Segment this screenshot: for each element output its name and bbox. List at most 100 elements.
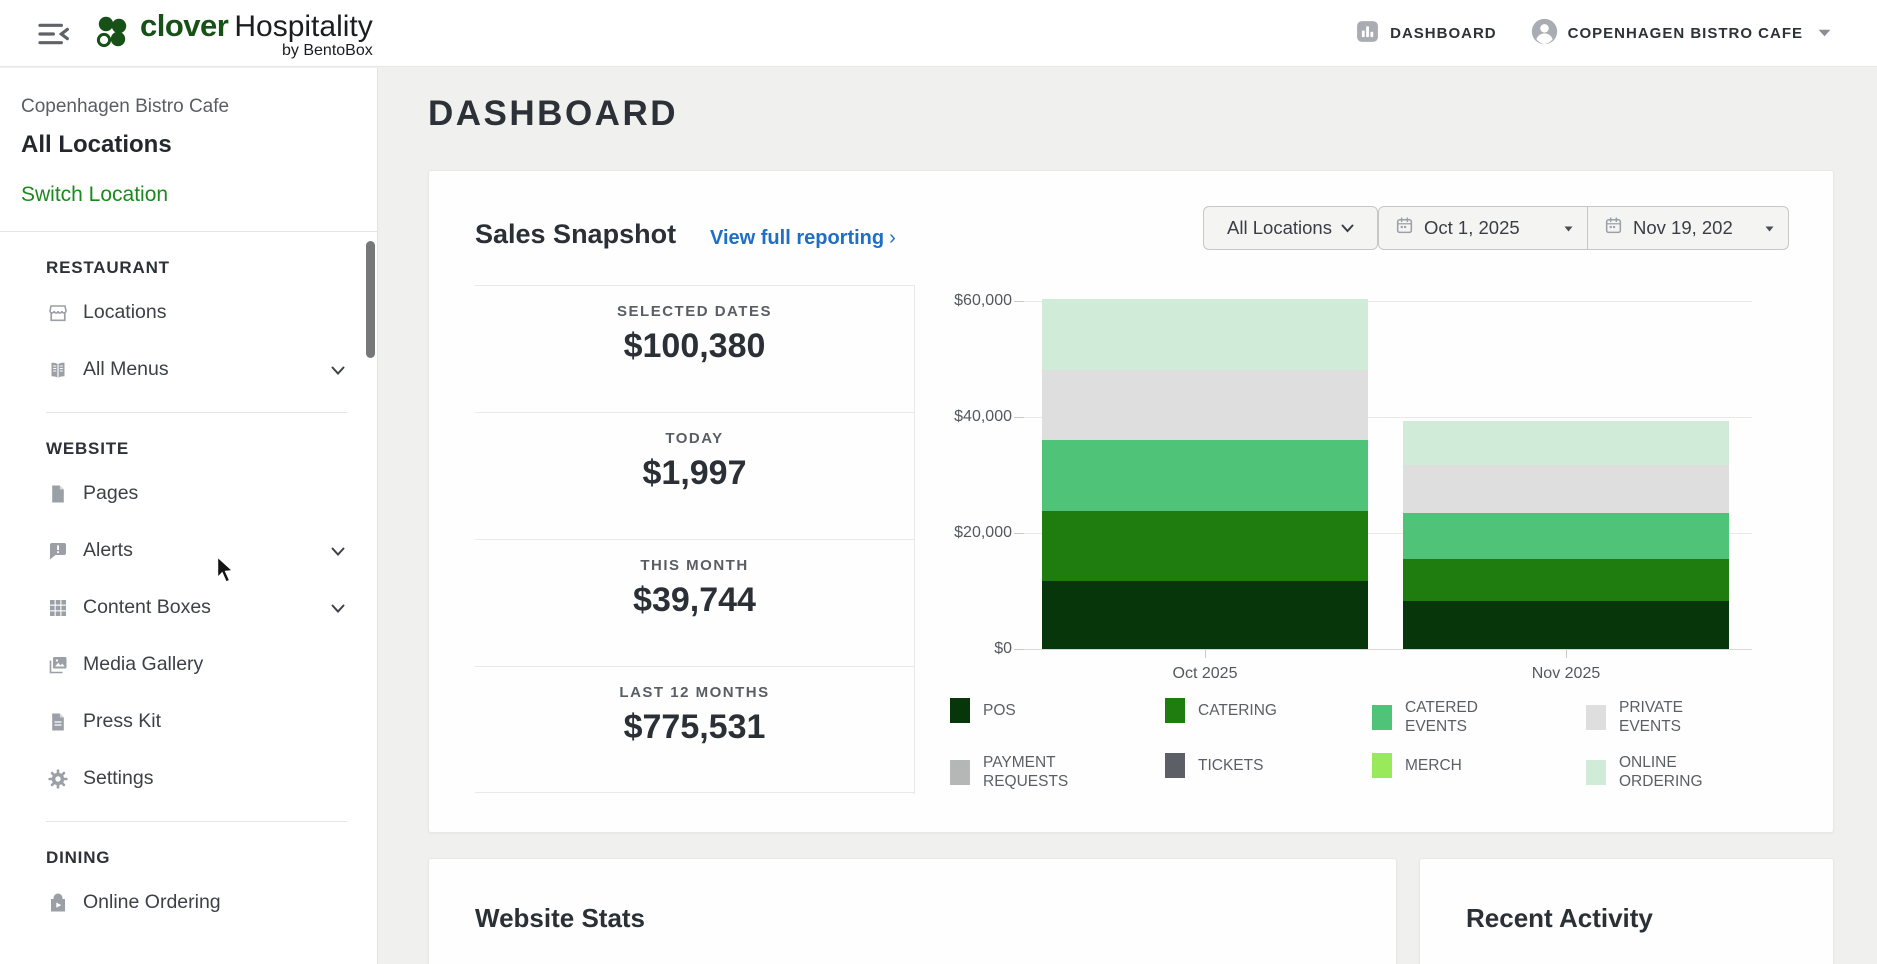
bar-segment-catering[interactable] <box>1403 559 1729 601</box>
legend-swatch <box>1165 698 1185 723</box>
account-menu[interactable]: COPENHAGEN BISTRO CAFE <box>1531 18 1832 50</box>
sidebar-org-name: Copenhagen Bistro Cafe <box>21 96 377 118</box>
legend-item-payment-requests: PAYMENT REQUESTS <box>950 753 1113 792</box>
sidebar-divider <box>46 821 347 822</box>
chevron-right-icon: › <box>889 227 896 249</box>
chart-gridline <box>1024 649 1752 650</box>
main-content: DASHBOARD Sales Snapshot View full repor… <box>379 68 1877 964</box>
sidebar-item-label: Locations <box>83 301 166 324</box>
sidebar-item-media-gallery[interactable]: Media Gallery <box>0 636 377 693</box>
end-date-picker[interactable]: Nov 19, 202 <box>1587 207 1788 249</box>
stat-this-month: THIS MONTH $39,744 <box>475 539 914 666</box>
legend-swatch <box>1372 705 1392 730</box>
y-axis-tick <box>1014 417 1024 418</box>
legend-item-catered-events: CATERED EVENTS <box>1372 698 1535 737</box>
x-axis-label: Oct 2025 <box>1042 665 1368 683</box>
sales-snapshot-title: Sales Snapshot <box>475 219 676 250</box>
sidebar-item-online-ordering[interactable]: Online Ordering <box>0 874 377 931</box>
stat-value: $39,744 <box>475 581 914 620</box>
stat-last-12-months: LAST 12 MONTHS$775,531 <box>475 666 914 793</box>
y-axis-tick <box>1014 533 1024 534</box>
start-date-picker[interactable]: Oct 1, 2025 <box>1379 207 1587 249</box>
sidebar-item-label: Press Kit <box>83 710 161 733</box>
brand-logo[interactable]: cloverHospitality by BentoBox <box>92 8 373 59</box>
stat-selected-dates: SELECTED DATES $100,380 <box>475 285 914 412</box>
website-stats-card: Website Stats <box>428 858 1397 964</box>
legend-label: PAYMENT REQUESTS <box>983 753 1113 792</box>
sidebar-section-title-website: WEBSITE <box>46 439 377 459</box>
legend-label: CATERED EVENTS <box>1405 698 1535 737</box>
sidebar-item-settings[interactable]: Settings <box>0 750 377 807</box>
bar-segment-catered-events[interactable] <box>1403 513 1729 559</box>
switch-location-link[interactable]: Switch Location <box>21 183 168 207</box>
brand-clover: clover <box>140 8 228 43</box>
legend-swatch <box>950 760 970 785</box>
legend-swatch <box>1165 753 1185 778</box>
caret-down-icon <box>1743 219 1774 237</box>
bar-segment-online-ordering[interactable] <box>1403 421 1729 465</box>
chevron-down-icon[interactable] <box>329 542 347 560</box>
sidebar-current-location: All Locations <box>21 131 377 159</box>
legend-swatch <box>1586 705 1606 730</box>
top-header: cloverHospitality by BentoBox DASHBOARD … <box>0 0 1877 67</box>
legend-swatch <box>1372 753 1392 778</box>
chevron-down-icon <box>1817 25 1832 43</box>
sidebar-item-all-menus[interactable]: All Menus <box>0 341 377 398</box>
brand-hospitality: Hospitality <box>234 10 372 43</box>
sidebar-item-pages[interactable]: Pages <box>0 465 377 522</box>
stat-label: THIS MONTH <box>475 557 914 574</box>
chevron-down-icon[interactable] <box>329 361 347 379</box>
chevron-down-icon <box>1341 224 1354 233</box>
locations-filter-label: All Locations <box>1227 217 1332 239</box>
sidebar-item-content-boxes[interactable]: Content Boxes <box>0 579 377 636</box>
nav-dashboard[interactable]: DASHBOARD <box>1355 19 1497 49</box>
sidebar-item-alerts[interactable]: Alerts <box>0 522 377 579</box>
bar-segment-online-ordering[interactable] <box>1042 299 1368 370</box>
stat-value: $1,997 <box>475 454 914 493</box>
y-axis-label: $20,000 <box>922 524 1012 542</box>
y-axis-label: $40,000 <box>922 408 1012 426</box>
recent-activity-title: Recent Activity <box>1466 903 1653 934</box>
bar-segment-pos[interactable] <box>1403 601 1729 649</box>
bar-segment-catering[interactable] <box>1042 511 1368 581</box>
sidebar-item-label: All Menus <box>83 358 169 381</box>
account-label: COPENHAGEN BISTRO CAFE <box>1568 25 1803 42</box>
sidebar: Copenhagen Bistro Cafe All Locations Swi… <box>0 68 378 964</box>
sidebar-sections: RESTAURANT Locations All Menus WEBSITE Pages… <box>0 258 377 931</box>
sidebar-item-press-kit[interactable]: Press Kit <box>0 693 377 750</box>
stat-label: SELECTED DATES <box>475 303 914 320</box>
gear-icon <box>46 767 70 791</box>
sidebar-section-title-restaurant: RESTAURANT <box>46 258 377 278</box>
start-date-value: Oct 1, 2025 <box>1424 217 1520 239</box>
locations-filter-dropdown[interactable]: All Locations <box>1203 206 1378 250</box>
bar-segment-private-events[interactable] <box>1403 465 1729 513</box>
chevron-down-icon[interactable] <box>329 599 347 617</box>
clover-logo-icon <box>92 14 132 59</box>
date-range-picker: Oct 1, 2025 Nov 19, 202 <box>1378 206 1789 250</box>
sidebar-item-locations[interactable]: Locations <box>0 284 377 341</box>
bar-segment-pos[interactable] <box>1042 581 1368 649</box>
bar-segment-catered-events[interactable] <box>1042 440 1368 511</box>
stats-chart-divider <box>914 285 915 794</box>
brand-byline: by BentoBox <box>282 42 373 60</box>
stat-value: $100,380 <box>475 327 914 366</box>
nav-dashboard-label: DASHBOARD <box>1390 25 1497 42</box>
x-axis-label: Nov 2025 <box>1403 665 1729 683</box>
calendar-icon <box>1395 216 1414 240</box>
end-date-value: Nov 19, 202 <box>1633 217 1733 239</box>
collapse-sidebar-icon[interactable] <box>36 18 76 50</box>
view-full-reporting-link[interactable]: View full reporting› <box>710 227 896 250</box>
sidebar-item-label: Settings <box>83 767 153 790</box>
recent-activity-card: Recent Activity <box>1419 858 1834 964</box>
sales-stats-list: SELECTED DATES$100,380TODAY$1,997THIS MO… <box>475 285 914 793</box>
x-axis-tick <box>1205 650 1206 658</box>
page-icon <box>46 482 70 506</box>
sidebar-item-label: Media Gallery <box>83 653 203 676</box>
sidebar-scrollbar-thumb[interactable] <box>366 241 375 358</box>
y-axis-tick <box>1014 649 1024 650</box>
legend-label: TICKETS <box>1198 756 1263 775</box>
sidebar-divider <box>0 231 377 232</box>
user-avatar-icon <box>1531 18 1558 50</box>
legend-label: POS <box>983 701 1016 720</box>
bar-segment-private-events[interactable] <box>1042 370 1368 440</box>
